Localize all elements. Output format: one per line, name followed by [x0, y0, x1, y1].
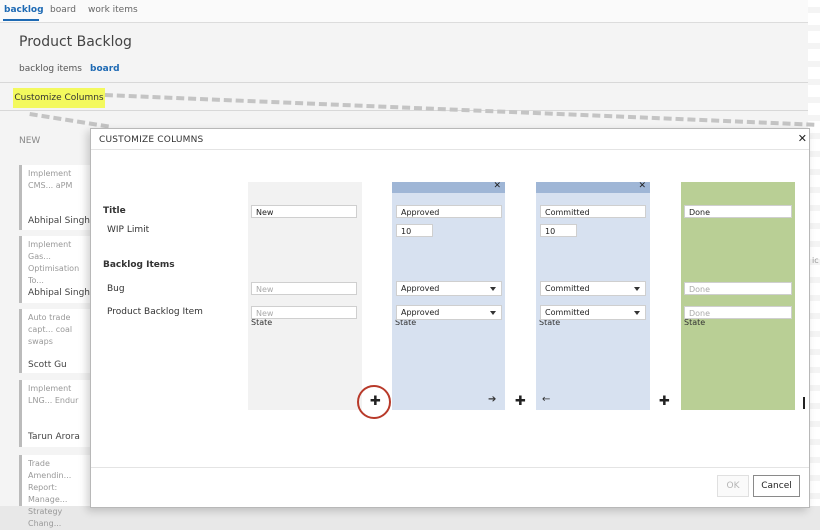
chevron-down-icon: [634, 311, 640, 315]
move-left-icon[interactable]: ←: [542, 394, 550, 405]
divider: [0, 82, 808, 83]
board-card[interactable]: Auto trade capt... coal swaps Scott Gu: [19, 309, 92, 373]
close-icon[interactable]: ✕: [798, 132, 807, 145]
selected-value: Approved: [401, 284, 440, 293]
page-title: Product Backlog: [19, 34, 132, 50]
bug-state-field: New: [251, 282, 357, 295]
column-title-input[interactable]: Done: [684, 205, 792, 218]
column-done: Done State Done Done: [681, 182, 795, 410]
scrollbar[interactable]: [803, 397, 805, 409]
pbi-state-select[interactable]: Approved: [396, 305, 502, 320]
divider: [0, 110, 808, 111]
selected-value: Committed: [545, 308, 590, 317]
card-title: Trade Amendin... Report: Manage... Strat…: [28, 459, 72, 528]
board-card[interactable]: Implement LNG... Endur Tarun Arora: [19, 380, 92, 447]
pbi-state-field: New: [251, 306, 357, 319]
wip-limit-input[interactable]: 10: [396, 224, 433, 237]
chevron-down-icon: [490, 311, 496, 315]
ok-button[interactable]: OK: [717, 475, 749, 497]
tab-backlog[interactable]: backlog: [4, 5, 44, 15]
customize-columns-dialog: CUSTOMIZE COLUMNS ✕ Title WIP Limit Back…: [90, 128, 810, 508]
card-title: Implement CMS... aPM: [28, 169, 73, 190]
remove-column-icon[interactable]: ✕: [493, 181, 501, 191]
card-owner: Abhipal Singh: [28, 216, 90, 226]
add-column-icon[interactable]: ✚: [370, 395, 381, 408]
bug-state-select[interactable]: Approved: [396, 281, 502, 296]
bug-state-select[interactable]: Committed: [540, 281, 646, 296]
divider: [91, 149, 809, 150]
column-title-input[interactable]: New: [251, 205, 357, 218]
dialog-title: CUSTOMIZE COLUMNS: [99, 135, 204, 145]
board-column-header-new: NEW: [19, 136, 41, 146]
label-wip-limit: WIP Limit: [107, 225, 150, 235]
column-approved: ✕ Approved 10 State Approved Approved ➔: [392, 181, 505, 410]
label-title: Title: [103, 206, 126, 216]
column-new: New State New New: [248, 182, 362, 410]
column-title-input[interactable]: Committed: [540, 205, 646, 218]
card-owner: Tarun Arora: [28, 432, 80, 442]
add-column-icon[interactable]: ✚: [515, 395, 526, 408]
card-owner: Abhipal Singh: [28, 288, 90, 298]
subtab-board[interactable]: board: [90, 64, 120, 74]
card-title: Auto trade capt... coal swaps: [28, 313, 73, 346]
remove-column-icon[interactable]: ✕: [638, 181, 646, 191]
card-title: Implement LNG... Endur: [28, 384, 79, 405]
board-card[interactable]: Trade Amendin... Report: Manage... Strat…: [19, 455, 92, 528]
chevron-down-icon: [490, 287, 496, 291]
chevron-down-icon: [634, 287, 640, 291]
selected-value: Committed: [545, 284, 590, 293]
wip-limit-input[interactable]: 10: [540, 224, 577, 237]
column-committed: ✕ Committed 10 State Committed Committed…: [536, 181, 650, 410]
tab-work-items[interactable]: work items: [88, 5, 138, 15]
customize-columns-button[interactable]: Customize Columns: [13, 88, 105, 108]
label-product-backlog-item: Product Backlog Item: [107, 307, 203, 317]
pbi-state-field: Done: [684, 306, 792, 319]
subtab-backlog-items[interactable]: backlog items: [19, 64, 82, 74]
column-header-bar: ✕: [536, 181, 650, 193]
column-title-input[interactable]: Approved: [396, 205, 502, 218]
label-bug: Bug: [107, 284, 125, 294]
background-text: ic: [812, 256, 819, 265]
card-owner: Scott Gu: [28, 360, 67, 370]
board-card[interactable]: Implement Gas... Optimisation To... Abhi…: [19, 236, 92, 303]
bug-state-field: Done: [684, 282, 792, 295]
column-header-bar: ✕: [392, 181, 505, 193]
card-title: Implement Gas... Optimisation To...: [28, 240, 80, 285]
move-right-icon[interactable]: ➔: [488, 394, 496, 405]
cancel-button[interactable]: Cancel: [753, 475, 800, 497]
label-backlog-items: Backlog Items: [103, 260, 175, 270]
top-navigation: backlog board work items: [0, 0, 808, 23]
add-column-icon[interactable]: ✚: [659, 395, 670, 408]
tab-board[interactable]: board: [50, 5, 76, 15]
active-tab-indicator: [3, 19, 39, 21]
pbi-state-select[interactable]: Committed: [540, 305, 646, 320]
board-card[interactable]: Implement CMS... aPM Abhipal Singh: [19, 165, 92, 230]
selected-value: Approved: [401, 308, 440, 317]
divider: [91, 467, 809, 468]
